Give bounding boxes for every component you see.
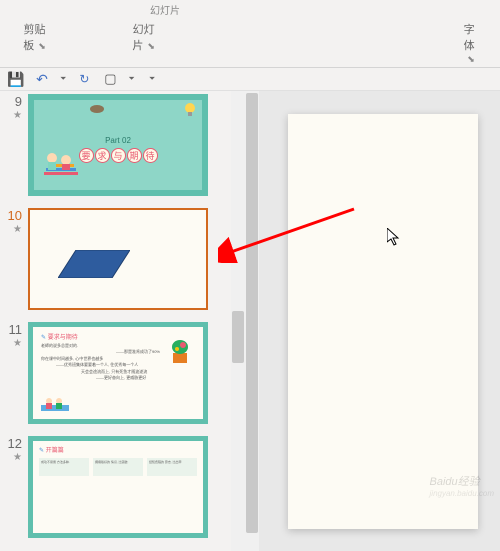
thumbnail-panel: 9 ★ Part 02 要 求 与 期 待 — [0, 91, 245, 551]
editor-scrollbar[interactable] — [245, 91, 259, 551]
animation-marker-icon: ★ — [4, 452, 22, 464]
ribbon-top-item: 幻灯片 — [150, 2, 180, 17]
slide-number: 12 ★ — [4, 436, 28, 538]
slide-thumbnail-11[interactable]: ✎ 要求与期待 老師的说多总是对的. ——那是准肯成功了90% 你在课中时间越多… — [28, 322, 208, 424]
undo-dropdown[interactable]: ⏷ — [60, 74, 66, 84]
books-illustration-icon — [40, 144, 82, 184]
thumbnail-row: 12 ★ ✎ 开篇篇 成功不易偶 方法多种. 拥堵版好的 情识, 比突破. 经知… — [0, 433, 245, 541]
redo-button[interactable]: ↻ — [76, 71, 92, 87]
scrollbar-thumb[interactable] — [246, 93, 258, 533]
slide-thumbnail-12[interactable]: ✎ 开篇篇 成功不易偶 方法多种. 拥堵版好的 情识, 比突破. 经知费程的 意… — [28, 436, 208, 538]
present-button[interactable]: ▢ — [102, 71, 118, 87]
thumbnail-row: 10 ★ — [0, 205, 245, 313]
slide-title: 要 求 与 期 待 — [79, 148, 158, 163]
slide-thumbnail-10[interactable] — [28, 208, 208, 310]
save-button[interactable]: 💾 — [8, 71, 24, 87]
qat-customize[interactable]: ⏷ — [149, 74, 155, 84]
expand-icon[interactable]: ⬊ — [467, 54, 475, 64]
main-area: 9 ★ Part 02 要 求 与 期 待 — [0, 91, 500, 551]
people-illustration-icon — [41, 393, 71, 413]
animation-marker-icon: ★ — [4, 110, 22, 122]
ribbon-group-clipboard: 剪贴板⬊ — [20, 21, 49, 65]
expand-icon[interactable]: ⬊ — [147, 41, 155, 51]
slide-number: 9 ★ — [4, 94, 28, 196]
deco-icon — [89, 104, 105, 114]
slide-title: ✎ 开篇篇 — [39, 445, 197, 454]
ribbon-group-slides: 幻灯片⬊ — [129, 21, 158, 65]
thumbnail-row: 11 ★ ✎ 要求与期待 老師的说多总是对的. ——那是准肯成功了90% 你在课… — [0, 319, 245, 427]
thumbnail-scrollbar[interactable] — [231, 91, 245, 551]
watermark: Baidu经验 jingyan.baidu.com — [430, 473, 494, 498]
plant-illustration-icon — [165, 335, 195, 365]
ribbon-area: 幻灯片 剪贴板⬊ 幻灯片⬊ 字体⬊ — [0, 0, 500, 68]
expand-icon[interactable]: ⬊ — [38, 41, 46, 51]
quick-access-toolbar: 💾 ↶ ⏷ ↻ ▢ ⏷ ⏷ — [0, 68, 500, 91]
slide-columns: 成功不易偶 方法多种. 拥堵版好的 情识, 比突破. 经知费程的 意志, 比出甲 — [39, 458, 197, 476]
slide-canvas[interactable] — [288, 114, 478, 529]
scrollbar-thumb[interactable] — [232, 311, 244, 363]
slide-part-label: Part 02 — [105, 136, 131, 145]
bulb-icon — [184, 102, 196, 118]
thumbnail-row: 9 ★ Part 02 要 求 与 期 待 — [0, 91, 245, 199]
animation-marker-icon: ★ — [4, 338, 22, 350]
slide-thumbnail-9[interactable]: Part 02 要 求 与 期 待 — [28, 94, 208, 196]
animation-marker-icon: ★ — [4, 224, 22, 236]
parallelogram-shape — [58, 250, 130, 278]
present-dropdown[interactable]: ⏷ — [128, 74, 134, 84]
slide-number: 10 ★ — [4, 208, 28, 310]
ribbon-group-font: 字体⬊ — [458, 21, 480, 65]
slide-number: 11 ★ — [4, 322, 28, 424]
slide-title: ✎ 要求与期待 — [41, 332, 78, 341]
undo-button[interactable]: ↶ — [34, 71, 50, 87]
